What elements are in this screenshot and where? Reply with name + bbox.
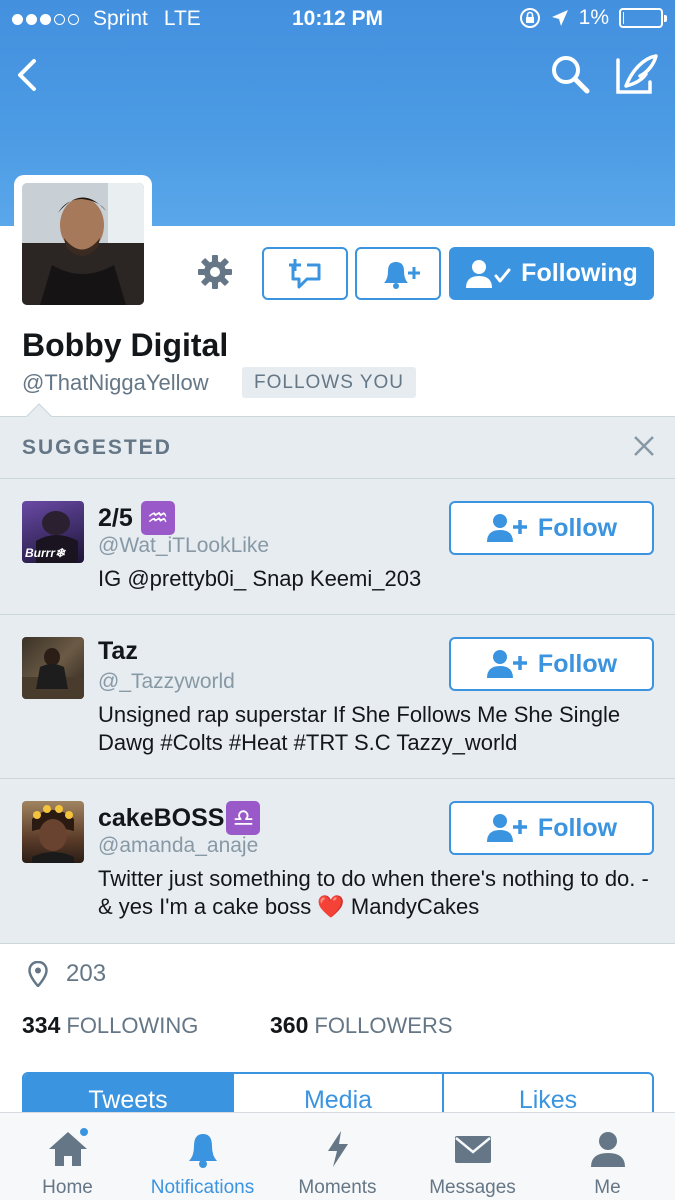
suggested-name-line: cakeBOSS ♎ [98,801,261,835]
suggested-handle: @amanda_anaje [98,834,259,857]
location-arrow-icon [551,10,568,26]
following-count-label: FOLLOWING [66,1013,199,1038]
rotation-lock-icon [519,8,540,28]
suggested-account-row[interactable]: cakeBOSS ♎ @amanda_anaje Twitter just so… [0,778,675,943]
follow-button[interactable]: Follow [449,801,654,855]
bell-icon [188,1134,217,1168]
settings-gear-button[interactable] [195,252,235,292]
add-to-list-button[interactable] [262,247,348,300]
user-plus-icon [486,514,527,542]
battery-percentage: 1% [578,6,609,29]
tabbar-label: Moments [298,1177,377,1198]
avatar-photo [22,648,84,699]
aquarius-emoji-icon: ♒ [140,501,175,535]
suggested-avatar[interactable] [22,637,84,699]
suggested-account-row[interactable]: Taz @_Tazzyworld Unsigned rap superstar … [0,614,675,778]
compose-tweet-button[interactable] [612,52,660,96]
user-plus-icon [486,650,527,678]
follow-button-label: Follow [537,813,618,842]
profile-display-name: Bobby Digital [22,327,229,363]
suggested-account-row[interactable]: Burrr❄ 2/5 ♒ @Wat_iTLookLike IG @prettyb… [0,478,675,614]
follow-button[interactable]: Follow [449,637,654,691]
search-button[interactable] [548,52,592,96]
following-count: 334 [22,1012,61,1038]
add-list-icon [289,258,321,288]
profile-avatar [22,183,144,305]
close-icon [634,436,654,456]
dismiss-suggested-button[interactable] [630,432,658,460]
user-plus-icon [486,814,527,842]
profile-handle: @ThatNiggaYellow [22,370,209,395]
suggested-avatar[interactable]: Burrr❄ [22,501,84,563]
profile-location: 203 [66,960,107,987]
user-check-icon [466,259,511,288]
avatar-photo [22,183,144,305]
search-icon [552,56,590,94]
follow-button[interactable]: Follow [449,501,654,555]
avatar-photo [32,805,74,863]
suggested-bio: IG @prettyb0i_ Snap Keemi_203 [98,566,422,591]
tabbar-label: Home [42,1177,93,1198]
following-count-link[interactable]: 334 FOLLOWING [22,1012,198,1039]
suggested-display-name: Taz [98,637,138,665]
compose-quill-icon [616,54,658,94]
profile-avatar-frame[interactable] [14,175,152,313]
suggested-display-name: 2/5 [98,503,133,532]
person-icon [590,1132,625,1167]
followers-count: 360 [270,1012,309,1038]
followers-count-link[interactable]: 360 FOLLOWERS [270,1012,453,1039]
tabbar-label: Notifications [150,1177,255,1198]
suggested-avatar[interactable] [22,801,84,863]
gear-icon [198,255,232,289]
divider [0,943,675,944]
tabbar-label: Messages [429,1177,516,1198]
bottom-tab-bar: Home Notifications Moments Messages Me [0,1112,675,1200]
location-pin-icon [28,961,48,987]
suggested-bio: Twitter just something to do when there'… [98,866,649,919]
avatar-caption: Burrr❄ [25,546,66,560]
new-content-dot [78,1127,89,1137]
following-button-label: Following [521,259,638,287]
status-bar-right: 1% [519,6,667,30]
tabbar-item-notifications[interactable]: Notifications [135,1113,270,1200]
followers-count-label: FOLLOWERS [314,1013,453,1038]
turn-on-notifications-button[interactable] [355,247,441,300]
tabbar-item-me[interactable]: Me [540,1113,675,1200]
suggested-handle: @Wat_iTLookLike [98,534,270,557]
suggested-handle: @_Tazzyworld [98,670,235,693]
tabbar-item-home[interactable]: Home [0,1113,135,1200]
suggested-header: SUGGESTED [22,436,172,459]
tabbar-item-moments[interactable]: Moments [270,1113,405,1200]
status-bar: Sprint LTE 10:12 PM 1% [0,0,675,40]
following-button[interactable]: Following [449,247,654,300]
follows-you-badge: FOLLOWS YOU [242,367,417,398]
chevron-left-icon [18,59,36,91]
libra-emoji-icon: ♎ [226,801,261,835]
follow-button-label: Follow [537,649,618,678]
battery-icon [619,8,667,28]
lightning-icon [327,1131,348,1167]
envelope-icon [454,1136,491,1163]
suggested-display-name: cakeBOSS [98,803,225,832]
avatar-photo: Burrr❄ [25,511,78,563]
suggested-name-line: 2/5 ♒ [98,501,175,535]
bell-plus-icon [384,261,420,289]
back-button[interactable] [10,55,46,95]
follow-button-label: Follow [537,513,618,542]
tabbar-label: Me [594,1177,621,1198]
suggested-bio: Unsigned rap superstar If She Follows Me… [98,702,621,755]
suggested-name-line: Taz [98,637,138,666]
tabbar-item-messages[interactable]: Messages [405,1113,540,1200]
